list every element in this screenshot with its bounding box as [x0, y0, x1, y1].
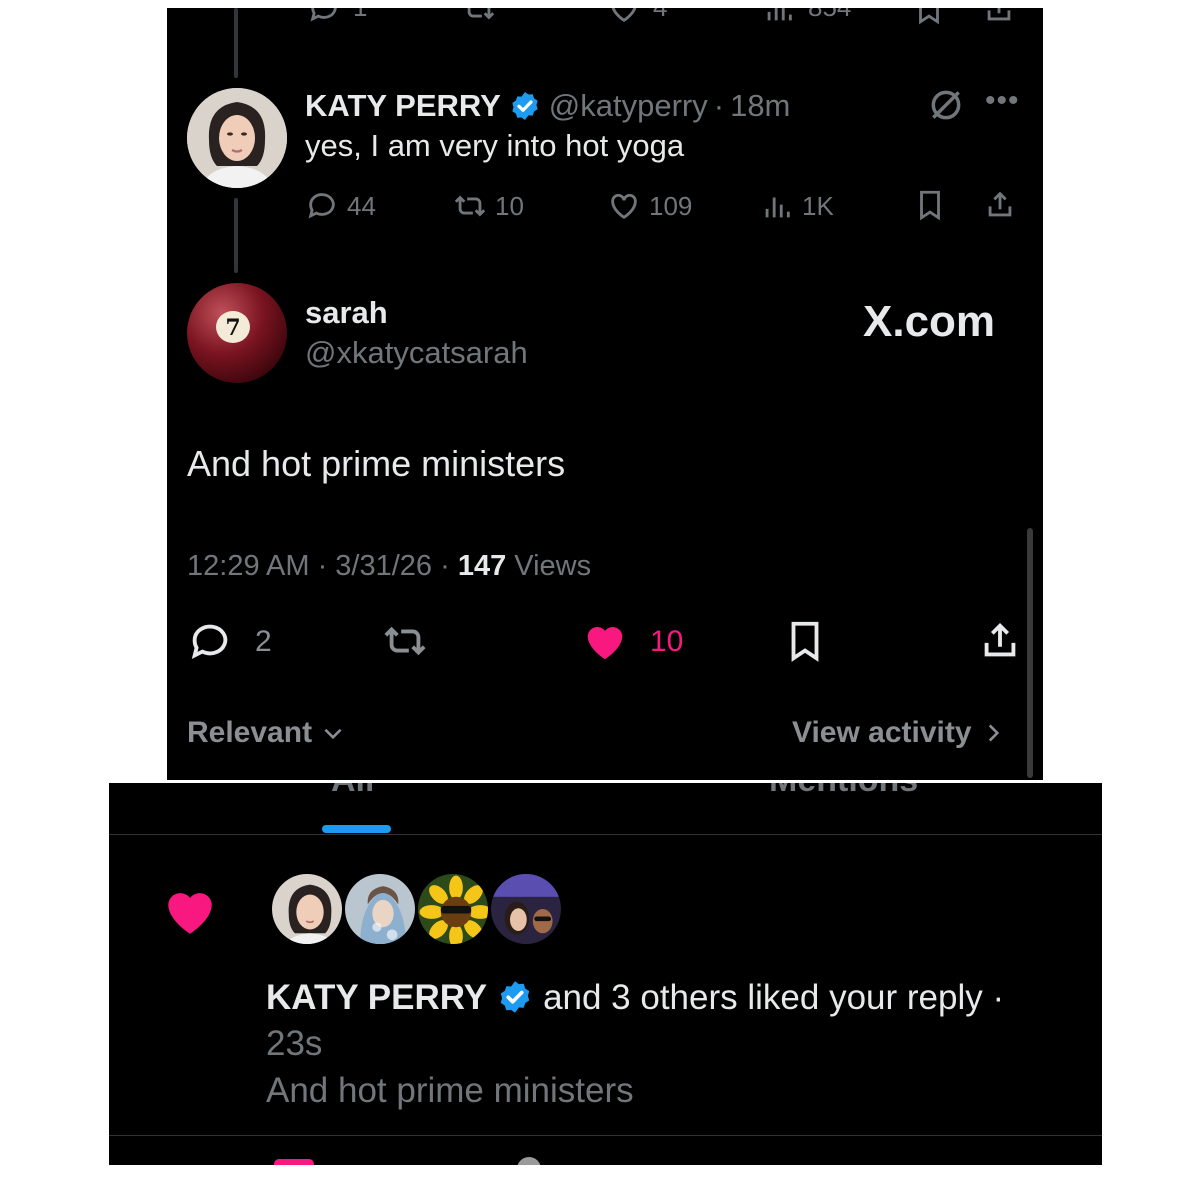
ball-number: 7 [225, 315, 240, 341]
reply-tweet-text: And hot prime ministers [187, 443, 566, 484]
tab-mentions[interactable]: Mentions [769, 783, 918, 800]
reply-icon [191, 624, 228, 659]
view-activity-label: View activity [792, 716, 972, 749]
tab-all[interactable]: All [331, 783, 374, 800]
bookmark-icon[interactable] [782, 618, 828, 664]
reply-icon [308, 193, 335, 219]
notification-actor[interactable]: KATY PERRY [266, 978, 487, 1017]
parent-tweet-time[interactable]: 18m [730, 88, 790, 124]
views-icon[interactable] [762, 8, 796, 26]
reply-reply-count: 2 [255, 625, 272, 658]
repost-icon [454, 195, 486, 217]
notification-action: and 3 others liked your reply · [543, 978, 1005, 1017]
bookmark-icon[interactable] [913, 188, 947, 222]
tweet-thread-screenshot: 1 4 854 KATY PERRY @katyperry · 18m [167, 8, 1043, 780]
parent-tweet-text: yes, I am very into hot yoga [305, 128, 685, 163]
previous-tweet-actions: 1 4 854 [167, 8, 1043, 32]
parent-view-count: 1K [802, 190, 834, 221]
scrollbar[interactable] [1027, 528, 1033, 778]
notification-divider [109, 1135, 1102, 1136]
share-icon[interactable] [983, 188, 1017, 222]
notification-text[interactable]: KATY PERRY and 3 others liked your reply … [266, 975, 1066, 1067]
reply-like-button[interactable]: 10 [582, 618, 683, 666]
next-notification-avatar-partial [517, 1157, 541, 1165]
next-notification-partial [274, 1159, 314, 1165]
more-options-icon[interactable]: ••• [985, 84, 1020, 118]
reply-icon[interactable] [307, 8, 341, 26]
thread-line-top [234, 8, 238, 78]
liker-avatar-sunflower[interactable] [415, 871, 491, 947]
x-com-watermark-text: X.com [863, 297, 996, 346]
chevron-down-icon [324, 728, 342, 740]
parent-repost-button[interactable]: 10 [453, 188, 524, 224]
previous-like-count: 4 [653, 8, 667, 23]
verified-badge-icon [512, 92, 538, 120]
notification-screenshot: All Mentions [109, 783, 1102, 1165]
reply-like-count: 10 [650, 625, 684, 658]
reply-handle[interactable]: @xkatycatsarah [305, 335, 528, 371]
active-tab-indicator [322, 825, 391, 833]
parent-like-button[interactable]: 109 [607, 188, 692, 224]
reply-views-label: Views [514, 550, 592, 582]
bookmark-icon[interactable] [912, 8, 946, 26]
liked-heart-icon [587, 627, 623, 660]
parent-tweet-header: KATY PERRY @katyperry · 18m [305, 86, 790, 126]
liker-avatar-2[interactable] [342, 871, 418, 947]
relevant-filter[interactable]: Relevant [187, 716, 346, 750]
view-activity-link[interactable]: View activity [792, 716, 1006, 750]
parent-repost-count: 10 [495, 190, 524, 221]
share-icon[interactable] [982, 8, 1016, 26]
share-icon[interactable] [977, 618, 1023, 664]
parent-tweet-actions: 44 10 109 1K [305, 188, 1025, 224]
parent-like-count: 109 [649, 190, 693, 221]
sarah-avatar[interactable]: 7 [187, 283, 287, 383]
thread-line-middle [234, 198, 238, 273]
parent-views-button[interactable]: 1K [760, 188, 834, 224]
dot-separator: · [713, 88, 725, 123]
grok-icon[interactable] [927, 86, 965, 124]
reply-tweet-meta: 12:29 AM · 3/31/26 · 147 Views [187, 550, 591, 583]
like-icon[interactable] [607, 8, 641, 26]
reply-views-count: 147 [457, 550, 507, 582]
repost-icon[interactable] [462, 8, 496, 26]
notification-time: 23s [266, 1024, 323, 1063]
liker-avatar-katy-perry[interactable] [269, 871, 345, 947]
liker-avatar-4[interactable] [488, 871, 564, 947]
previous-reply-count: 1 [353, 8, 367, 23]
reply-timestamp[interactable]: 12:29 AM · 3/31/26 · [187, 550, 450, 582]
previous-view-count: 854 [808, 8, 851, 23]
reply-reply-button[interactable]: 2 [187, 618, 272, 666]
parent-reply-button[interactable]: 44 [305, 188, 376, 224]
views-icon [765, 197, 790, 218]
parent-handle[interactable]: @katyperry [549, 88, 708, 124]
verified-badge-icon [500, 981, 530, 1013]
x-com-watermark: X.com [863, 294, 995, 350]
like-icon [611, 193, 637, 220]
katy-perry-avatar[interactable] [187, 88, 287, 188]
repost-icon[interactable] [382, 618, 428, 664]
parent-reply-count: 44 [347, 190, 376, 221]
notification-quoted-text: And hot prime ministers [266, 1071, 634, 1110]
liked-heart-icon [168, 893, 212, 934]
relevant-filter-label: Relevant [187, 716, 313, 749]
parent-display-name[interactable]: KATY PERRY [305, 88, 501, 124]
reply-display-name[interactable]: sarah [305, 295, 388, 331]
chevron-right-icon [988, 724, 999, 742]
reply-tweet-actions: 2 10 [187, 618, 1027, 666]
tabs-divider [109, 834, 1102, 835]
